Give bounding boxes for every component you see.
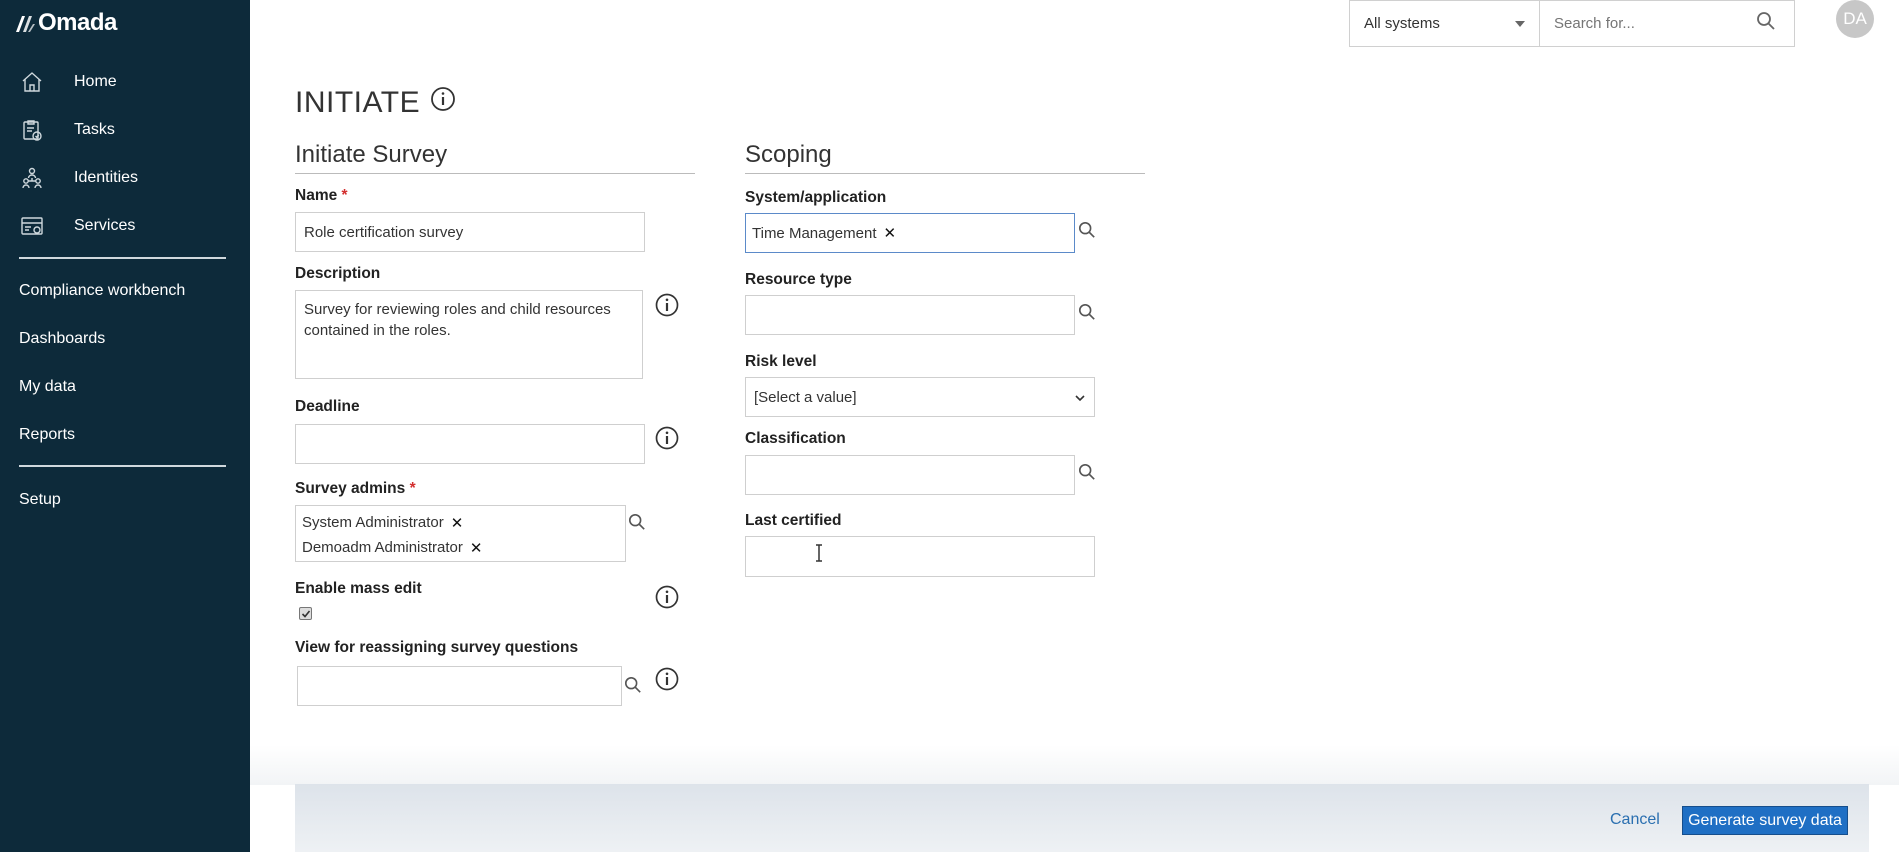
survey-admins-label: Survey admins * bbox=[295, 480, 416, 498]
remove-chip-icon[interactable]: ✕ bbox=[884, 224, 897, 242]
services-icon bbox=[18, 212, 46, 240]
survey-admins-field[interactable]: System Administrator ✕ Demoadm Administr… bbox=[295, 505, 626, 562]
sidebar-item-home[interactable]: Home bbox=[18, 67, 117, 97]
deadline-label: Deadline bbox=[295, 398, 360, 415]
description-info-icon[interactable] bbox=[655, 293, 679, 317]
sidebar-link-compliance-workbench[interactable]: Compliance workbench bbox=[19, 282, 185, 300]
deadline-field[interactable] bbox=[296, 425, 644, 463]
omada-logo-icon bbox=[16, 16, 35, 32]
sidebar-link-dashboards[interactable]: Dashboards bbox=[19, 330, 105, 348]
resource-type-label: Resource type bbox=[745, 271, 852, 288]
scoping-heading: Scoping bbox=[745, 141, 832, 168]
resource-type-search-icon[interactable] bbox=[1078, 303, 1096, 321]
classification-search-icon[interactable] bbox=[1078, 463, 1096, 481]
classification-field[interactable] bbox=[746, 456, 1074, 494]
name-label-text: Name bbox=[295, 187, 338, 204]
description-field[interactable]: Survey for reviewing roles and child res… bbox=[296, 291, 642, 378]
reassign-view-info-icon[interactable] bbox=[655, 667, 679, 691]
remove-chip-icon[interactable]: ✕ bbox=[470, 539, 483, 557]
system-chip-label: Time Management bbox=[752, 224, 877, 242]
info-icon[interactable] bbox=[430, 86, 456, 120]
sidebar: Omada Home Tasks Identities Services Com… bbox=[0, 0, 250, 852]
initiate-survey-heading: Initiate Survey bbox=[295, 141, 448, 168]
resource-type-field-box bbox=[745, 295, 1075, 335]
description-label: Description bbox=[295, 265, 381, 282]
last-certified-label: Last certified bbox=[745, 512, 842, 529]
required-marker: * bbox=[409, 480, 416, 497]
name-field[interactable] bbox=[296, 213, 644, 251]
sidebar-item-label: Identities bbox=[74, 169, 139, 186]
reassign-view-search-icon[interactable] bbox=[624, 676, 642, 694]
sidebar-divider bbox=[19, 257, 226, 259]
last-certified-field-box bbox=[745, 536, 1095, 577]
survey-admins-search-icon[interactable] bbox=[628, 513, 646, 531]
page-title: INITIATE bbox=[295, 86, 456, 120]
name-label: Name * bbox=[295, 187, 348, 205]
check-icon bbox=[301, 609, 310, 618]
mass-edit-checkbox[interactable] bbox=[299, 607, 312, 620]
sidebar-item-label: Tasks bbox=[74, 121, 115, 138]
reassign-view-field[interactable] bbox=[298, 667, 621, 705]
deadline-info-icon[interactable] bbox=[655, 426, 679, 450]
remove-chip-icon[interactable]: ✕ bbox=[451, 514, 464, 532]
chevron-down-icon bbox=[1075, 395, 1085, 402]
system-application-label: System/application bbox=[745, 189, 887, 206]
sidebar-link-reports[interactable]: Reports bbox=[19, 426, 75, 444]
avatar[interactable]: DA bbox=[1836, 0, 1874, 38]
system-chip: Time Management ✕ bbox=[752, 221, 896, 246]
sidebar-item-services[interactable]: Services bbox=[18, 211, 135, 241]
reassign-view-field-box bbox=[297, 666, 622, 706]
sidebar-divider bbox=[19, 465, 226, 467]
admin-chip: System Administrator ✕ bbox=[302, 510, 619, 535]
footer-fade bbox=[250, 745, 1899, 785]
name-field-box bbox=[295, 212, 645, 252]
caret-down-icon bbox=[1515, 21, 1525, 27]
system-select[interactable]: All systems bbox=[1349, 0, 1540, 47]
system-application-search-icon[interactable] bbox=[1078, 221, 1096, 239]
risk-level-label: Risk level bbox=[745, 353, 817, 370]
system-select-value: All systems bbox=[1364, 15, 1440, 32]
survey-admins-label-text: Survey admins bbox=[295, 480, 406, 497]
sidebar-link-my-data[interactable]: My data bbox=[19, 378, 76, 396]
risk-level-value: [Select a value] bbox=[754, 388, 857, 406]
generate-survey-data-button[interactable]: Generate survey data bbox=[1682, 806, 1848, 835]
sidebar-item-identities[interactable]: Identities bbox=[18, 163, 138, 193]
system-application-field[interactable]: Time Management ✕ bbox=[745, 213, 1075, 253]
mass-edit-label: Enable mass edit bbox=[295, 580, 422, 597]
last-certified-field[interactable] bbox=[746, 537, 1094, 576]
admin-chip: Demoadm Administrator ✕ bbox=[302, 535, 619, 560]
search-icon[interactable] bbox=[1756, 11, 1776, 35]
mass-edit-info-icon[interactable] bbox=[655, 585, 679, 609]
reassign-view-label: View for reassigning survey questions bbox=[295, 639, 579, 656]
sidebar-link-setup[interactable]: Setup bbox=[19, 491, 61, 509]
section-divider bbox=[745, 173, 1145, 174]
home-icon bbox=[18, 68, 46, 96]
tasks-icon bbox=[18, 116, 46, 144]
admin-chip-label: Demoadm Administrator bbox=[302, 539, 463, 556]
omada-logo[interactable]: Omada bbox=[14, 8, 117, 38]
sidebar-item-tasks[interactable]: Tasks bbox=[18, 115, 115, 145]
required-marker: * bbox=[341, 187, 348, 204]
top-search bbox=[1540, 0, 1795, 47]
resource-type-field[interactable] bbox=[746, 296, 1074, 334]
deadline-field-box bbox=[295, 424, 645, 464]
sidebar-item-label: Services bbox=[74, 217, 136, 234]
brand-name: Omada bbox=[38, 9, 117, 36]
page-title-text: INITIATE bbox=[295, 86, 421, 119]
cancel-button[interactable]: Cancel bbox=[1610, 811, 1660, 829]
classification-field-box bbox=[745, 455, 1075, 495]
text-cursor-icon bbox=[816, 544, 822, 562]
classification-label: Classification bbox=[745, 430, 846, 447]
global-search-input[interactable] bbox=[1554, 15, 1734, 32]
identities-icon bbox=[18, 164, 46, 192]
description-field-box: Survey for reviewing roles and child res… bbox=[295, 290, 643, 379]
risk-level-select[interactable]: [Select a value] bbox=[745, 377, 1095, 417]
section-divider bbox=[295, 173, 695, 174]
sidebar-item-label: Home bbox=[74, 73, 117, 90]
admin-chip-label: System Administrator bbox=[302, 514, 444, 531]
